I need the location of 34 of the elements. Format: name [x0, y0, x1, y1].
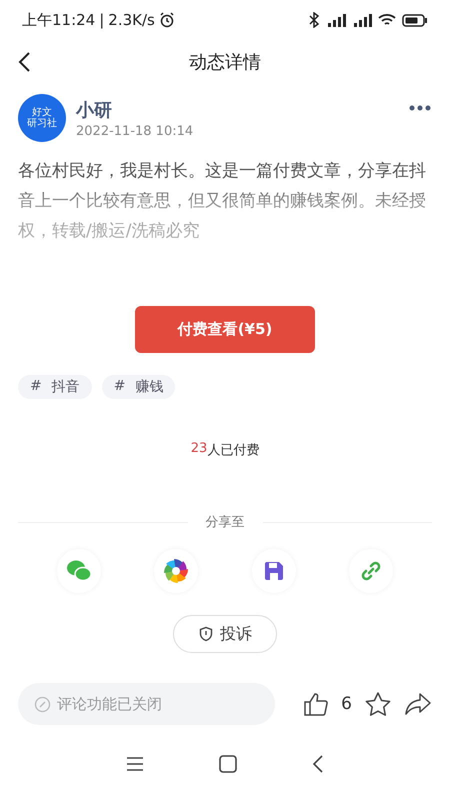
share-arrow-icon[interactable]: [404, 692, 432, 716]
link-icon: [360, 560, 382, 582]
status-time: 上午11:24: [22, 10, 96, 30]
avatar[interactable]: 好文 研习社: [18, 94, 66, 142]
shield-icon: [198, 626, 214, 642]
post-time: 2022-11-18 10:14: [76, 124, 194, 138]
topic-tag[interactable]: # 抖音: [18, 375, 92, 399]
status-separator: |: [99, 11, 104, 29]
alarm-icon: [158, 12, 175, 28]
chat-bubbles-icon: [66, 559, 92, 583]
signal-icon: [352, 13, 372, 27]
disabled-icon: [34, 696, 51, 712]
article-text: 各位村民好，我是村长。这是一篇付费文章，分享在抖音上一个比较有意思，但又很简单的赚钱案例。未经授权，转载/搬运/洗稿必究: [18, 160, 427, 243]
star-icon[interactable]: [364, 691, 392, 717]
page-title: 动态详情: [189, 51, 261, 74]
back-icon[interactable]: [312, 755, 324, 773]
menu-icon[interactable]: [126, 756, 144, 772]
more-icon[interactable]: [408, 104, 432, 112]
report-button[interactable]: 投诉: [173, 615, 277, 653]
pay-button[interactable]: 付费查看(¥5): [135, 306, 315, 353]
thumbs-up-icon[interactable]: [303, 691, 330, 717]
author-name[interactable]: 小研: [76, 98, 398, 122]
like-count: 6: [341, 694, 352, 714]
network-speed: 2.3K/s: [108, 11, 155, 29]
bluetooth-icon: [308, 12, 320, 28]
aperture-icon: [163, 558, 190, 584]
paid-label: 人已付费: [207, 442, 260, 459]
home-icon[interactable]: [219, 755, 237, 773]
battery-icon: [402, 14, 428, 26]
signal-icon: [326, 13, 346, 27]
share-title: 分享至: [206, 514, 244, 531]
paid-count: 23: [190, 441, 208, 458]
wifi-icon: [378, 13, 396, 27]
topic-tag[interactable]: # 赚钱: [102, 375, 176, 399]
